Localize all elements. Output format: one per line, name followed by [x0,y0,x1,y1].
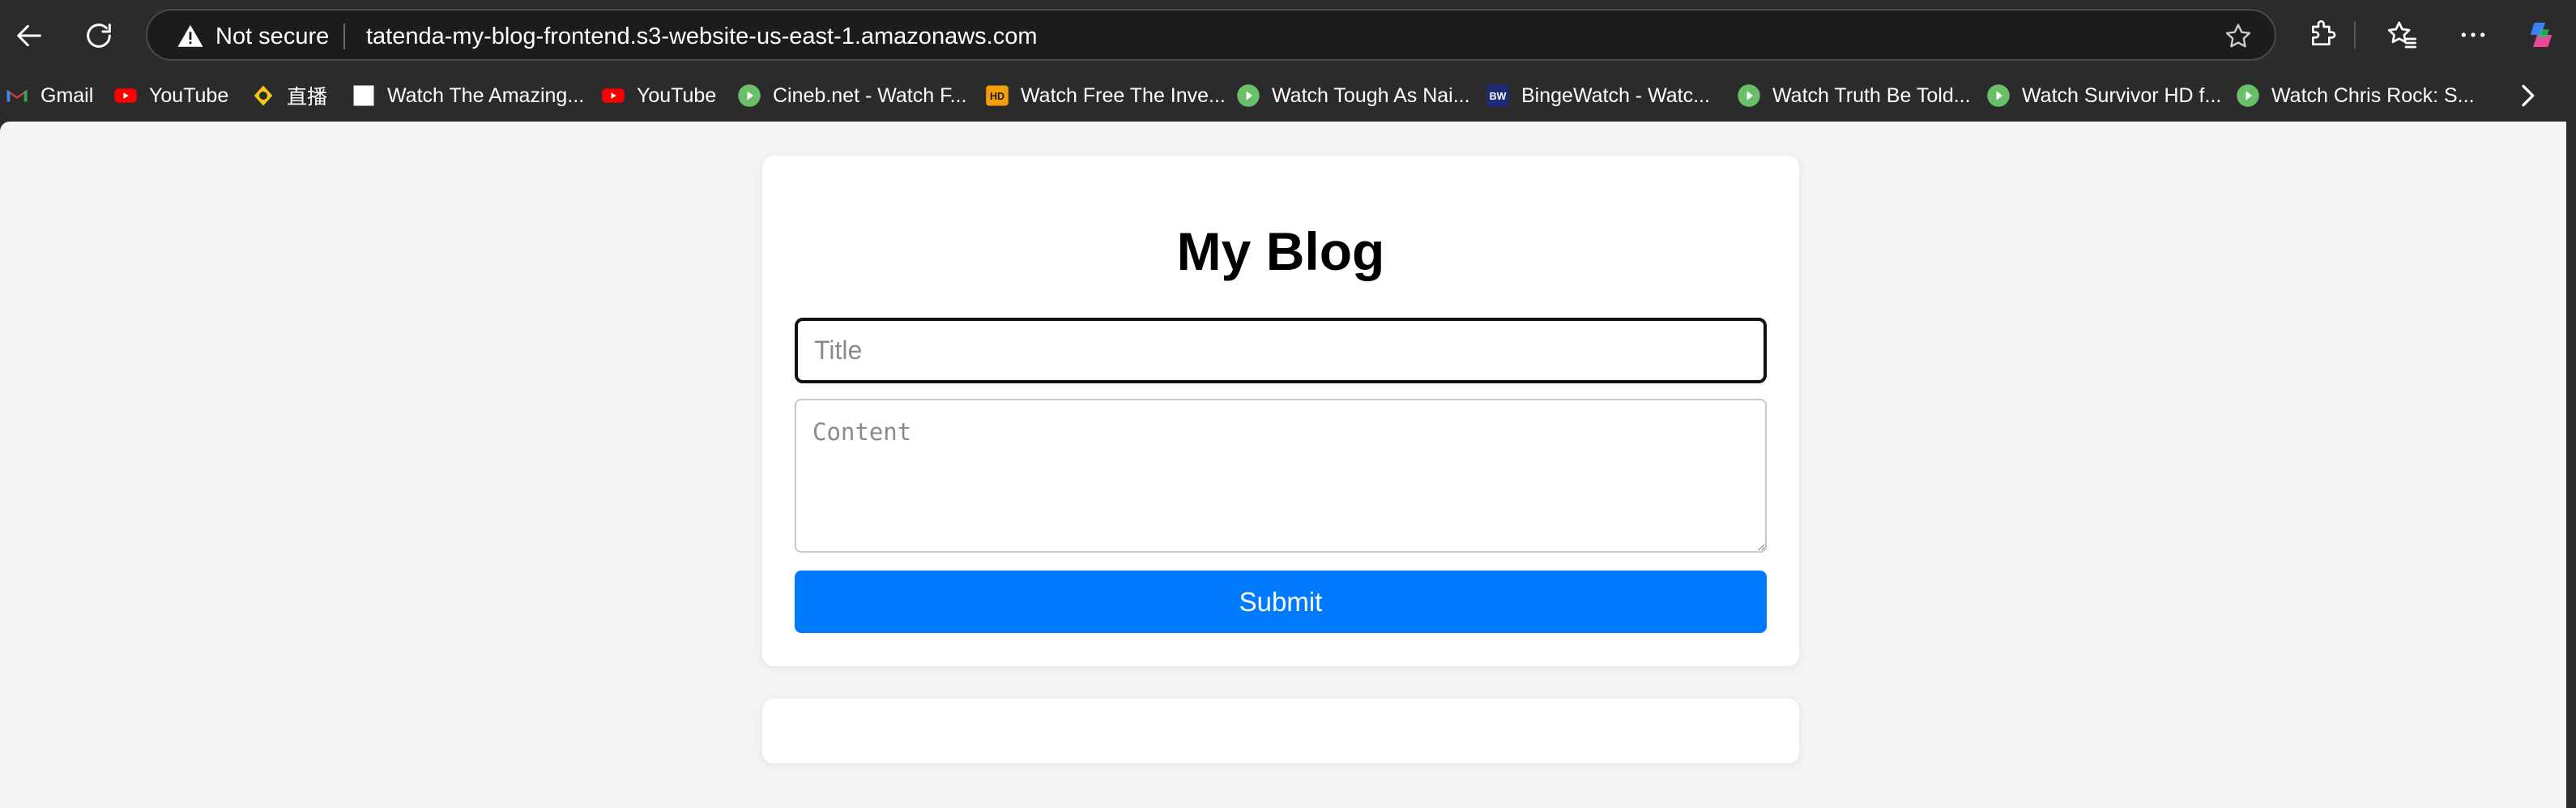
bookmark-amazing[interactable]: Watch The Amazing... [352,79,584,112]
svg-text:BW: BW [1490,91,1507,102]
bookmark-tough[interactable]: Watch Tough As Nai... [1236,79,1470,112]
play-circle-icon [2236,83,2260,108]
blank-page-icon [352,83,376,108]
bookmark-truth[interactable]: Watch Truth Be Told... [1737,79,1971,112]
url-text[interactable]: tatenda-my-blog-frontend.s3-website-us-e… [366,22,1037,51]
bookmark-label: YouTube [149,83,229,107]
address-divider [343,24,345,49]
bookmark-label: Watch Tough As Nai... [1272,83,1470,107]
posts-list-card [762,699,1799,763]
play-circle-icon [1986,83,2011,108]
bw-icon: BW [1486,83,1510,108]
hd-icon: HD [985,83,1009,108]
bookmark-label: Watch Truth Be Told... [1772,83,1971,107]
back-arrow-icon [17,24,41,47]
title-input[interactable] [795,318,1767,383]
bookmarks-bar: Gmail YouTube 直播 Watch The Amazing... Yo… [0,70,2576,122]
bookmark-label: Watch The Amazing... [387,83,585,107]
chevron-right-icon[interactable] [2511,79,2544,112]
bookmark-cineb[interactable]: Cineb.net - Watch F... [737,79,966,112]
bookmark-gmail[interactable]: Gmail [5,79,93,112]
bookmark-label: Gmail [41,83,94,107]
bookmark-label: Watch Chris Rock: S... [2271,83,2475,107]
submit-button[interactable]: Submit [795,571,1767,633]
refresh-button[interactable] [73,10,125,62]
svg-text:HD: HD [990,91,1004,102]
window-edge [2566,122,2576,808]
refresh-icon [87,24,111,48]
copilot-button[interactable] [2521,15,2561,55]
bookmark-label: Watch Survivor HD f... [2022,83,2222,107]
bookmark-label: Watch Free The Inve... [1021,83,1226,107]
page-title: My Blog [1176,221,1385,281]
play-circle-icon [1236,83,1260,108]
bookmark-bingewatch[interactable]: BW BingeWatch - Watc... [1486,79,1710,112]
browser-toolbar: Not secure tatenda-my-blog-frontend.s3-w… [0,0,2576,70]
play-circle-icon [737,83,761,108]
bookmark-label: BingeWatch - Watc... [1521,83,1710,107]
more-button[interactable] [2453,15,2493,55]
warning-triangle-icon[interactable] [177,23,204,50]
bookmark-chrisrock[interactable]: Watch Chris Rock: S... [2236,79,2475,112]
back-button[interactable] [3,10,55,62]
play-circle-icon [1737,83,1761,108]
bookmark-label: YouTube [637,83,717,107]
youtube-icon [601,83,625,108]
bookmark-hd[interactable]: HD Watch Free The Inve... [985,79,1226,112]
bookmark-live[interactable]: 直播 [251,79,327,112]
favorites-star-icon [2387,21,2416,49]
bookmark-label: 直播 [287,86,328,109]
bookmark-youtube[interactable]: YouTube [113,79,228,112]
security-status[interactable]: Not secure [215,22,329,51]
live-icon [251,83,275,108]
bookmark-youtube-2[interactable]: YouTube [601,79,716,112]
toolbar-divider [2354,21,2356,49]
page-viewport: My Blog Submit [0,122,2566,808]
more-dots-icon [2461,32,2485,37]
content-textarea[interactable] [795,399,1767,553]
puzzle-icon [2312,20,2336,46]
star-icon[interactable] [2223,21,2254,52]
favorites-button[interactable] [2382,15,2422,55]
youtube-icon [113,83,138,108]
address-bar[interactable]: Not secure tatenda-my-blog-frontend.s3-w… [146,9,2276,61]
copilot-icon [2530,23,2553,47]
bookmark-survivor[interactable]: Watch Survivor HD f... [1986,79,2221,112]
bookmark-label: Cineb.net - Watch F... [773,83,967,107]
post-form-card: My Blog Submit [762,156,1799,666]
gmail-icon [5,83,29,108]
extensions-button[interactable] [2302,15,2343,55]
